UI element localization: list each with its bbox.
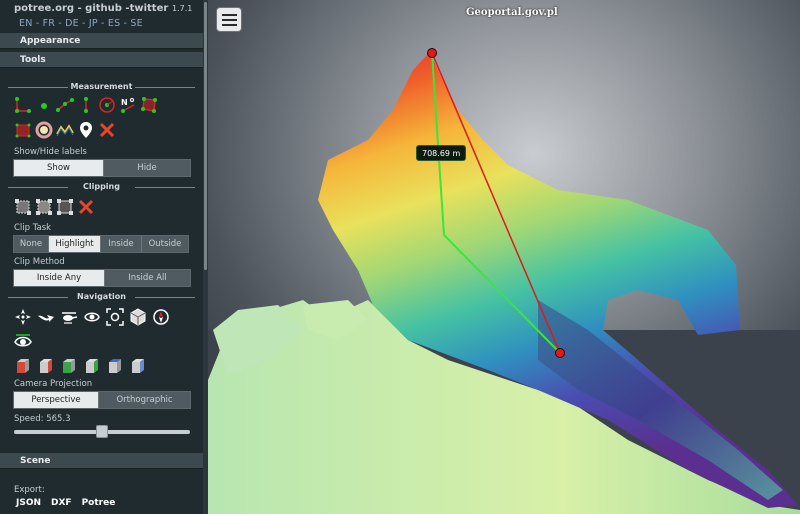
annotation-icon[interactable] — [77, 121, 95, 139]
hide-labels-button[interactable]: Hide — [104, 160, 190, 176]
clip-method-toggle: Inside Any Inside All — [13, 269, 191, 287]
area-icon[interactable] — [140, 96, 158, 114]
export-potree-link[interactable]: Potree — [82, 498, 116, 508]
export-json-link[interactable]: JSON — [16, 498, 41, 508]
top-view-icon[interactable] — [106, 357, 124, 375]
export-dxf-link[interactable]: DXF — [51, 498, 72, 508]
orbit-controls-icon[interactable] — [83, 308, 101, 326]
remove-clipping-icon[interactable] — [77, 198, 95, 216]
clip-task-none-button[interactable]: None — [14, 236, 49, 252]
speed-label: Speed: 565.3 — [14, 414, 71, 424]
clipping-tools-row — [14, 198, 95, 216]
fly-controls-icon[interactable] — [37, 308, 55, 326]
back-view-icon[interactable] — [83, 357, 101, 375]
sidebar: potree.org - github -twitter 1.7.1 EN - … — [0, 0, 208, 514]
camera-projection-label: Camera Projection — [14, 379, 93, 389]
navigation-cube-icon[interactable] — [129, 308, 147, 326]
navigation-title: Navigation — [4, 292, 199, 302]
volume-icon[interactable] — [14, 121, 32, 139]
clip-screen-box-icon[interactable] — [56, 198, 74, 216]
distance-icon[interactable] — [56, 96, 74, 114]
sidebar-scrollbar-thumb[interactable] — [204, 2, 207, 270]
profile-icon[interactable] — [56, 121, 74, 139]
menu-bar-icon — [221, 23, 237, 26]
show-hide-labels-title: Show/Hide labels — [14, 147, 87, 157]
clip-task-inside-button[interactable]: Inside — [101, 236, 142, 252]
svg-text:N: N — [121, 98, 128, 107]
compass-icon[interactable] — [152, 308, 170, 326]
menu-toggle-button[interactable] — [216, 7, 242, 32]
clip-method-inside-any-button[interactable]: Inside Any — [14, 270, 105, 286]
measurement-tools-row-2 — [14, 121, 116, 139]
front-view-icon[interactable] — [60, 357, 78, 375]
export-links: JSON DXF Potree — [16, 498, 115, 508]
clip-polygon-icon[interactable] — [35, 198, 53, 216]
circle-icon[interactable] — [98, 96, 116, 114]
show-labels-button[interactable]: Show — [14, 160, 104, 176]
camera-projection-toggle: Perspective Orthographic — [13, 391, 191, 409]
camera-animation-icon[interactable] — [14, 332, 32, 350]
clip-task-toggle: None Highlight Inside Outside — [13, 235, 189, 253]
sphere-volume-icon[interactable] — [35, 121, 53, 139]
azimuth-icon[interactable]: N — [119, 96, 137, 114]
measurement-start-point[interactable] — [427, 48, 437, 58]
map-attribution[interactable]: Geoportal.gov.pl — [466, 7, 558, 18]
perspective-button[interactable]: Perspective — [14, 392, 99, 408]
measurement-end-point[interactable] — [555, 348, 565, 358]
version-label: 1.7.1 — [172, 4, 193, 13]
navigation-eye-row — [14, 332, 32, 350]
point-icon[interactable] — [35, 96, 53, 114]
focus-icon[interactable] — [106, 308, 124, 326]
helicopter-controls-icon[interactable] — [60, 308, 78, 326]
left-view-icon[interactable] — [14, 357, 32, 375]
point-cloud-render — [208, 0, 800, 514]
scene-section-header[interactable]: Scene — [0, 453, 203, 469]
right-view-icon[interactable] — [37, 357, 55, 375]
tools-section-header[interactable]: Tools — [0, 52, 203, 68]
earth-controls-icon[interactable] — [14, 308, 32, 326]
appearance-section-header[interactable]: Appearance — [0, 33, 203, 49]
height-icon[interactable] — [77, 96, 95, 114]
clip-task-highlight-button[interactable]: Highlight — [49, 236, 101, 252]
distance-label: 708.69 m — [416, 145, 467, 161]
clip-volume-icon[interactable] — [14, 198, 32, 216]
export-label: Export: — [14, 485, 45, 495]
measurement-tools-row-1: N — [14, 96, 158, 114]
angle-icon[interactable] — [14, 96, 32, 114]
navigation-tools-row — [14, 308, 170, 326]
view-cube-row — [14, 357, 147, 375]
clip-task-outside-button[interactable]: Outside — [142, 236, 188, 252]
menu-bar-icon — [221, 18, 237, 21]
clip-method-label: Clip Method — [14, 257, 65, 267]
bottom-view-icon[interactable] — [129, 357, 147, 375]
speed-slider-thumb[interactable] — [96, 425, 108, 438]
clip-task-label: Clip Task — [14, 223, 52, 233]
menu-bar-icon — [221, 13, 237, 16]
header-links[interactable]: potree.org - github -twitter — [14, 3, 168, 14]
remove-all-icon[interactable] — [98, 121, 116, 139]
language-links[interactable]: EN - FR - DE - JP - ES - SE — [19, 18, 143, 29]
clipping-title: Clipping — [4, 182, 199, 192]
labels-toggle: Show Hide — [13, 159, 191, 177]
point-cloud-viewport[interactable]: Geoportal.gov.pl 708.69 m — [208, 0, 800, 514]
clip-method-inside-all-button[interactable]: Inside All — [105, 270, 190, 286]
measurement-title: Measurement — [4, 82, 199, 92]
orthographic-button[interactable]: Orthographic — [99, 392, 190, 408]
